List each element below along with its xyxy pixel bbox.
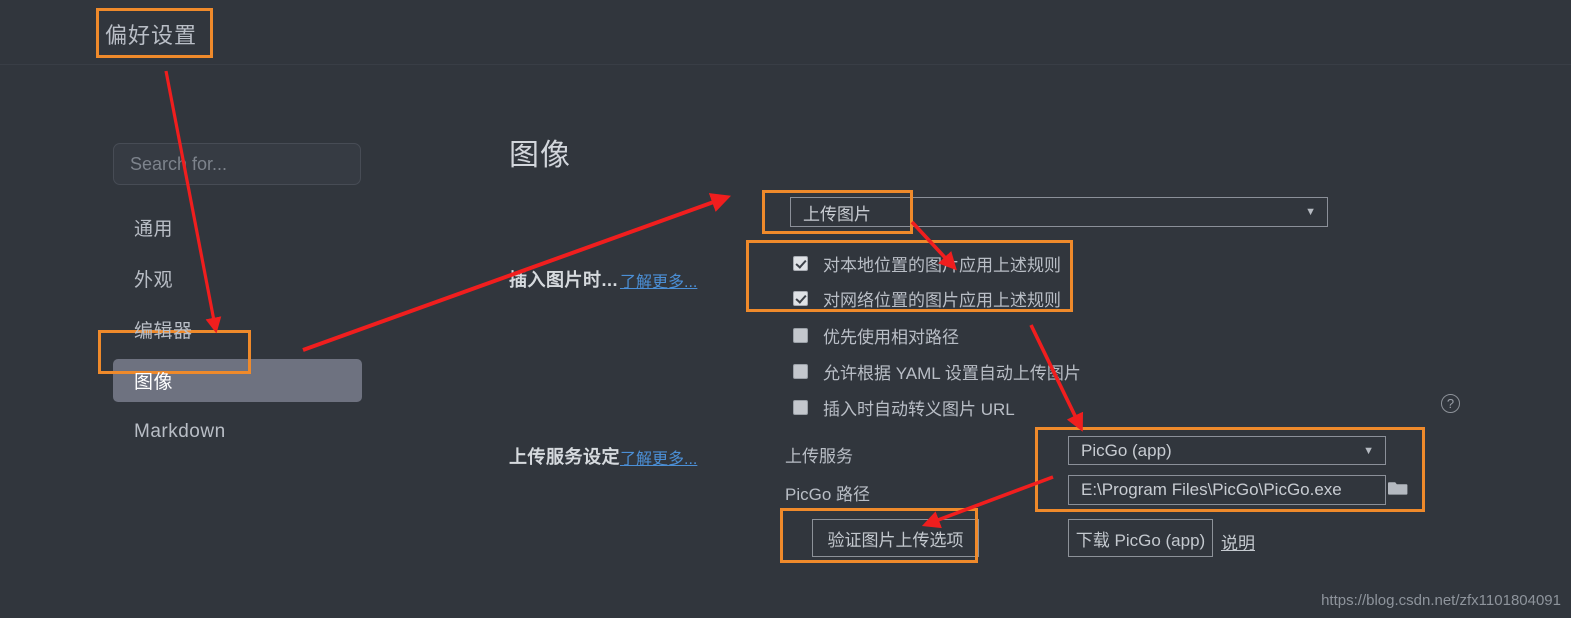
checkbox-row-escape-url[interactable]: 插入时自动转义图片 URL — [793, 395, 1015, 420]
verify-upload-button[interactable]: 验证图片上传选项 — [812, 519, 979, 557]
sidebar-item-markdown[interactable]: Markdown — [0, 410, 430, 453]
insert-action-select[interactable]: 上传图片 ▼ — [790, 197, 1328, 227]
checkbox-row-local[interactable]: 对本地位置的图片应用上述规则 — [793, 251, 1061, 276]
sidebar-item-image-label: 图像 — [134, 372, 174, 393]
upload-service-select-value: PicGo (app) — [1081, 440, 1172, 460]
checkbox-row-yaml-auto-upload[interactable]: 允许根据 YAML 设置自动上传图片 — [793, 359, 1081, 384]
picgo-path-input[interactable]: E:\Program Files\PicGo\PicGo.exe — [1068, 475, 1386, 505]
window-title: 偏好设置 — [105, 23, 198, 48]
sidebar-item-general[interactable]: 通用 — [0, 206, 430, 249]
checkbox-yaml-auto-upload-label: 允许根据 YAML 设置自动上传图片 — [823, 364, 1081, 383]
sidebar-item-editor-label: 编辑器 — [134, 321, 193, 342]
upload-service-label: 上传服务 — [785, 447, 853, 466]
title-bar: 偏好设置 — [0, 0, 1571, 65]
checkbox-row-relative-path[interactable]: 优先使用相对路径 — [793, 323, 959, 348]
sidebar-item-appearance[interactable]: 外观 — [0, 257, 430, 300]
page-title: 图像 — [509, 139, 571, 172]
help-circle-icon[interactable]: ? — [1441, 394, 1460, 413]
picgo-path-label: PicGo 路径 — [785, 485, 871, 504]
download-picgo-button[interactable]: 下载 PicGo (app) — [1068, 519, 1213, 557]
insert-action-select-value: 上传图片 — [803, 204, 871, 224]
sidebar-nav: 通用 外观 编辑器 图像 Markdown — [0, 206, 430, 461]
checkbox-yaml-auto-upload[interactable] — [793, 364, 808, 379]
sidebar: 通用 外观 编辑器 图像 Markdown — [0, 66, 430, 618]
search-box[interactable] — [113, 143, 361, 185]
chevron-down-icon: ▼ — [1305, 206, 1316, 218]
sidebar-item-general-label: 通用 — [134, 219, 174, 240]
checkbox-escape-url-label: 插入时自动转义图片 URL — [823, 400, 1015, 419]
checkbox-relative-path-label: 优先使用相对路径 — [823, 328, 959, 347]
preferences-window: 偏好设置 通用 外观 编辑器 图像 M — [0, 0, 1571, 618]
watermark-url: https://blog.csdn.net/zfx1101804091 — [1321, 592, 1561, 609]
sidebar-item-markdown-label: Markdown — [134, 420, 226, 442]
insert-section-label: 插入图片时... — [509, 270, 619, 290]
chevron-down-icon-service: ▼ — [1363, 444, 1374, 457]
upload-learn-more-link[interactable]: 了解更多... — [620, 445, 697, 469]
checkbox-network-rule[interactable] — [793, 291, 808, 306]
search-input[interactable] — [114, 144, 360, 184]
picgo-path-value: E:\Program Files\PicGo\PicGo.exe — [1081, 480, 1342, 499]
instructions-link[interactable]: 说明 — [1221, 529, 1255, 554]
checkbox-escape-url[interactable] — [793, 400, 808, 415]
upload-service-select[interactable]: PicGo (app) ▼ — [1068, 436, 1386, 465]
settings-panel: 图像 插入图片时... 了解更多... 上传图片 ▼ 对本地位置的图片应用上述规… — [430, 66, 1571, 618]
checkbox-network-rule-label: 对网络位置的图片应用上述规则 — [823, 291, 1061, 310]
folder-icon[interactable] — [1388, 479, 1408, 501]
sidebar-item-appearance-label: 外观 — [134, 270, 174, 291]
checkbox-relative-path[interactable] — [793, 328, 808, 343]
sidebar-item-image[interactable]: 图像 — [0, 359, 430, 402]
sidebar-item-editor[interactable]: 编辑器 — [0, 308, 430, 351]
upload-section-label: 上传服务设定 — [509, 447, 620, 467]
insert-learn-more-link[interactable]: 了解更多... — [620, 268, 697, 292]
checkbox-row-network[interactable]: 对网络位置的图片应用上述规则 — [793, 286, 1061, 311]
checkbox-local-rule[interactable] — [793, 256, 808, 271]
checkbox-local-rule-label: 对本地位置的图片应用上述规则 — [823, 256, 1061, 275]
